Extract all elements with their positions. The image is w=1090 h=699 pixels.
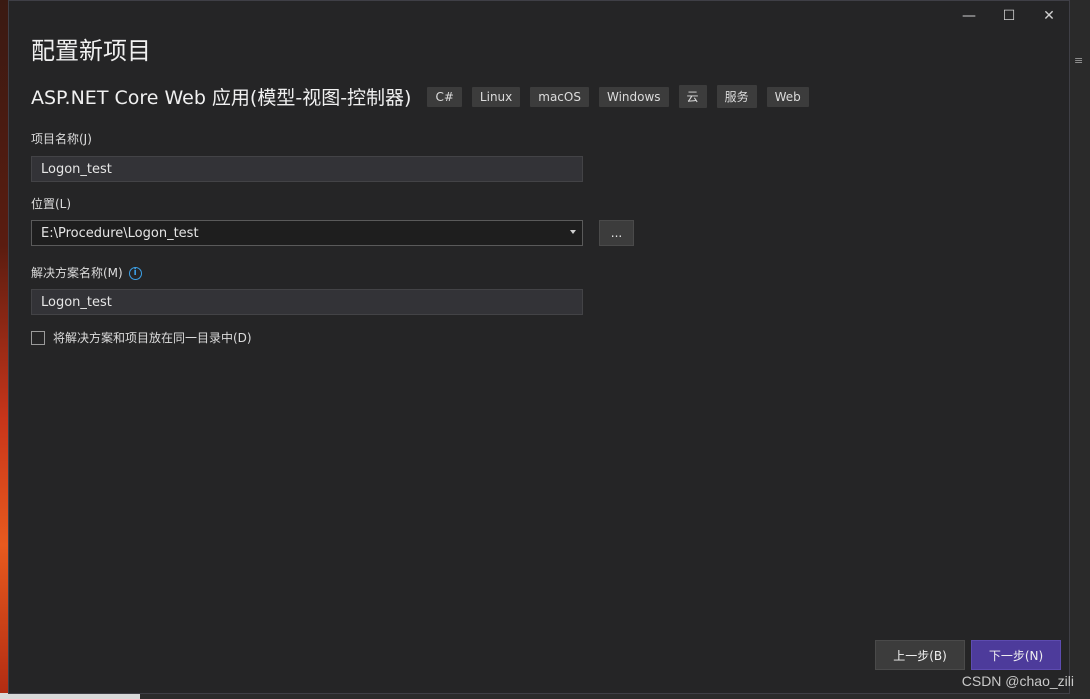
- tag-web: Web: [766, 86, 809, 107]
- location-label: 位置(L): [31, 197, 72, 211]
- maximize-icon[interactable]: ☐: [989, 1, 1029, 31]
- project-name-input[interactable]: Logon_test: [31, 156, 583, 182]
- back-button[interactable]: 上一步(B): [875, 640, 965, 670]
- solution-name-label: 解决方案名称(M): [31, 266, 123, 280]
- next-button[interactable]: 下一步(N): [971, 640, 1061, 670]
- solution-name-input[interactable]: Logon_test: [31, 289, 583, 315]
- template-header: ASP.NET Core Web 应用(模型-视图-控制器) C# Linux …: [31, 83, 819, 110]
- tag-cloud: 云: [678, 85, 707, 108]
- background-window-edge: ≡: [1069, 0, 1090, 699]
- location-value: E:\Procedure\Logon_test: [41, 225, 199, 241]
- window-controls: — ☐ ✕: [949, 1, 1069, 31]
- location-combobox[interactable]: E:\Procedure\Logon_test: [31, 220, 583, 246]
- tag-service: 服务: [716, 85, 757, 108]
- info-icon[interactable]: i: [128, 267, 142, 280]
- same-directory-option[interactable]: 将解决方案和项目放在同一目录中(D): [31, 329, 252, 346]
- tag-windows: Windows: [598, 86, 669, 107]
- background-glyph: ≡: [1074, 54, 1084, 67]
- close-icon[interactable]: ✕: [1029, 1, 1069, 31]
- template-name: ASP.NET Core Web 应用(模型-视图-控制器): [31, 87, 412, 109]
- tag-csharp: C#: [427, 86, 462, 107]
- desktop-background-left: [0, 0, 8, 699]
- same-directory-label: 将解决方案和项目放在同一目录中(D): [53, 331, 252, 345]
- tag-macos: macOS: [530, 86, 589, 107]
- page-title: 配置新项目: [31, 37, 151, 65]
- browse-button[interactable]: ...: [599, 220, 634, 246]
- configure-project-dialog: — ☐ ✕ 配置新项目 ASP.NET Core Web 应用(模型-视图-控制…: [8, 0, 1070, 694]
- watermark: CSDN @chao_zili: [961, 673, 1074, 689]
- project-name-label: 项目名称(J): [31, 132, 92, 146]
- dropdown-arrow-icon[interactable]: [570, 230, 576, 234]
- tag-linux: Linux: [471, 86, 521, 107]
- solution-name-label-row: 解决方案名称(M) i: [31, 264, 142, 281]
- minimize-icon[interactable]: —: [949, 1, 989, 31]
- same-directory-checkbox[interactable]: [31, 330, 45, 345]
